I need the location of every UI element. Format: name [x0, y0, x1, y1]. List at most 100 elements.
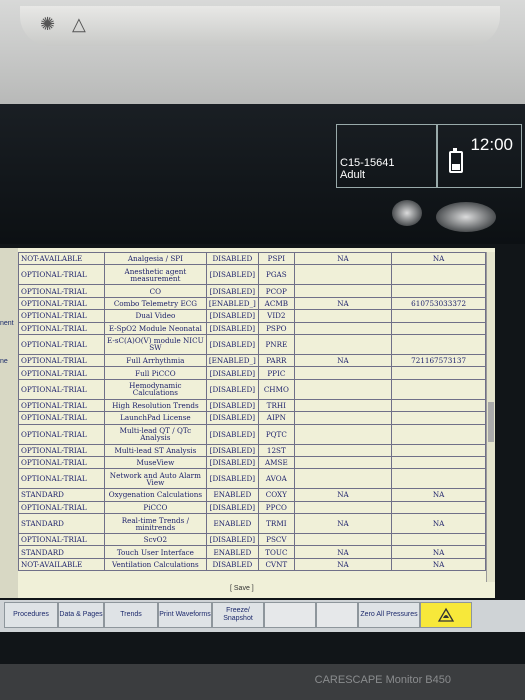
- cell-feature: Network and Auto Alarm View: [103, 468, 207, 490]
- cell-v2: [391, 284, 486, 298]
- freeze-snapshot-button[interactable]: Freeze/ Snapshot: [212, 602, 264, 628]
- table-row[interactable]: OPTIONAL-TRIAL CO [DISABLED] PCOP: [18, 284, 486, 298]
- cell-feature: ScvO2: [103, 533, 207, 547]
- cell-state: [DISABLED]: [205, 468, 259, 490]
- cell-v2: [391, 333, 486, 355]
- table-row[interactable]: STANDARD Oxygenation Calculations ENABLED C…: [18, 488, 486, 502]
- screen-glare: [392, 200, 422, 226]
- cell-status: OPTIONAL-TRIAL: [18, 333, 105, 355]
- cell-v1: NA: [293, 251, 393, 266]
- cell-v1: [293, 284, 393, 298]
- cell-v2: [391, 443, 486, 457]
- zero-all-pressures-button[interactable]: Zero All Pressures: [358, 602, 420, 628]
- cell-v1: [293, 321, 393, 335]
- table-row[interactable]: NOT-AVAILABLE Analgesia / SPI DISABLED PSPI…: [18, 251, 486, 266]
- alarm-bell-icon: [437, 607, 455, 622]
- cell-feature: Full Arrhythmia: [103, 353, 207, 368]
- table-row[interactable]: OPTIONAL-TRIAL LaunchPad License [DISABLED…: [18, 411, 486, 425]
- table-row[interactable]: OPTIONAL-TRIAL Anesthetic agent measureme…: [18, 264, 486, 286]
- cell-status: OPTIONAL-TRIAL: [18, 398, 105, 413]
- cell-code: PSPI: [257, 251, 295, 266]
- procedures-button[interactable]: Procedures: [4, 602, 58, 628]
- cell-feature: MuseView: [103, 455, 207, 470]
- cell-status: OPTIONAL-TRIAL: [18, 264, 105, 286]
- table-row[interactable]: OPTIONAL-TRIAL Dual Video [DISABLED] VID2: [18, 309, 486, 323]
- cell-status: NOT-AVAILABLE: [18, 557, 105, 572]
- cell-feature: Touch User Interface: [103, 545, 207, 559]
- scrollbar-thumb[interactable]: [488, 402, 494, 442]
- cell-state: [DISABLED]: [205, 533, 259, 547]
- cell-v1: NA: [293, 296, 393, 311]
- cell-v2: [391, 366, 486, 380]
- cell-v2: [391, 378, 486, 400]
- table-row[interactable]: OPTIONAL-TRIAL ScvO2 [DISABLED] PSCV: [18, 533, 486, 547]
- table-row[interactable]: OPTIONAL-TRIAL Multi-lead ST Analysis [DIS…: [18, 443, 486, 457]
- table-row[interactable]: OPTIONAL-TRIAL Network and Auto Alarm Vie…: [18, 468, 486, 490]
- table-row[interactable]: OPTIONAL-TRIAL Combo Telemetry ECG [ENABLE…: [18, 296, 486, 311]
- table-row[interactable]: STANDARD Real-time Trends / minitrends ENA…: [18, 513, 486, 535]
- cell-state: ENABLED: [205, 513, 259, 535]
- cell-state: [DISABLED]: [205, 500, 259, 515]
- print-waveforms-button[interactable]: Print Waveforms: [158, 602, 212, 628]
- cell-status: STANDARD: [18, 513, 105, 535]
- cell-status: STANDARD: [18, 545, 105, 559]
- table-row[interactable]: OPTIONAL-TRIAL Multi-lead QT / QTc Analys…: [18, 423, 486, 445]
- table-row[interactable]: OPTIONAL-TRIAL Full Arrhythmia [ENABLED_] P…: [18, 353, 486, 368]
- cell-feature: E-sC(A)O(V) module NICU SW: [103, 333, 207, 355]
- cell-feature: Oxygenation Calculations: [103, 488, 207, 502]
- cell-status: STANDARD: [18, 488, 105, 502]
- cell-v2: [391, 264, 486, 286]
- cell-v2: [391, 468, 486, 490]
- cell-v2: [391, 398, 486, 413]
- cell-code: PPCO: [257, 500, 295, 515]
- cell-feature: Real-time Trends / minitrends: [103, 513, 207, 535]
- cell-status: OPTIONAL-TRIAL: [18, 284, 105, 298]
- cell-feature: Anesthetic agent measurement: [103, 264, 207, 286]
- table-row[interactable]: NOT-AVAILABLE Ventilation Calculations DIS…: [18, 557, 486, 572]
- cell-v1: NA: [293, 488, 393, 502]
- table-row[interactable]: OPTIONAL-TRIAL Hemodynamic Calculations [D…: [18, 378, 486, 400]
- monitor-screen: C15-15641 Adult 12:00 nent ne NOT-AVAILA…: [0, 104, 525, 664]
- cell-state: [DISABLED]: [205, 423, 259, 445]
- table-row[interactable]: OPTIONAL-TRIAL E-sC(A)O(V) module NICU SW…: [18, 333, 486, 355]
- table-row[interactable]: OPTIONAL-TRIAL MuseView [DISABLED] AMSE: [18, 455, 486, 470]
- table-row[interactable]: STANDARD Touch User Interface ENABLED TOUC N…: [18, 545, 486, 559]
- table-row[interactable]: OPTIONAL-TRIAL High Resolution Trends [DIS…: [18, 398, 486, 413]
- brightness-icon: ✺: [40, 14, 56, 34]
- cell-state: ENABLED: [205, 545, 259, 559]
- cell-code: TOUC: [257, 545, 295, 559]
- feature-table: NOT-AVAILABLE Analgesia / SPI DISABLED PSPI…: [18, 251, 486, 572]
- cell-v1: [293, 309, 393, 323]
- cell-feature: PiCCO: [103, 500, 207, 515]
- patient-info-box[interactable]: C15-15641 Adult: [336, 124, 438, 188]
- cell-code: PCOP: [257, 284, 295, 298]
- cell-status: OPTIONAL-TRIAL: [18, 455, 105, 470]
- cell-status: OPTIONAL-TRIAL: [18, 309, 105, 323]
- table-scrollbar[interactable]: [486, 252, 495, 582]
- cell-v1: [293, 455, 393, 470]
- cell-code: AMSE: [257, 455, 295, 470]
- alarm-triangle-icon: △: [72, 14, 86, 34]
- cell-code: ACMB: [257, 296, 295, 311]
- cell-state: [ENABLED_]: [205, 296, 259, 311]
- cell-status: NOT-AVAILABLE: [18, 251, 105, 266]
- alarm-silence-button[interactable]: [420, 602, 472, 628]
- cell-v2: NA: [391, 488, 486, 502]
- save-button[interactable]: [ Save ]: [230, 585, 254, 592]
- cell-v2: NA: [391, 557, 486, 572]
- left-edge-label: ne: [0, 358, 8, 365]
- cell-v1: [293, 333, 393, 355]
- battery-icon: [449, 148, 463, 173]
- cell-v1: [293, 468, 393, 490]
- data-pages-button[interactable]: Data & Pages: [58, 602, 104, 628]
- feature-license-panel: nent ne NOT-AVAILABLE Analgesia / SPI DISA…: [0, 248, 495, 598]
- cell-state: [DISABLED]: [205, 284, 259, 298]
- cell-state: [DISABLED]: [205, 333, 259, 355]
- cell-v1: [293, 264, 393, 286]
- cell-v2: [391, 321, 486, 335]
- table-row[interactable]: OPTIONAL-TRIAL E-SpO2 Module Neonatal [DIS…: [18, 321, 486, 335]
- trends-button[interactable]: Trends: [104, 602, 158, 628]
- table-row[interactable]: OPTIONAL-TRIAL Full PiCCO [DISABLED] PPIC: [18, 366, 486, 380]
- table-row[interactable]: OPTIONAL-TRIAL PiCCO [DISABLED] PPCO: [18, 500, 486, 515]
- cell-v1: [293, 398, 393, 413]
